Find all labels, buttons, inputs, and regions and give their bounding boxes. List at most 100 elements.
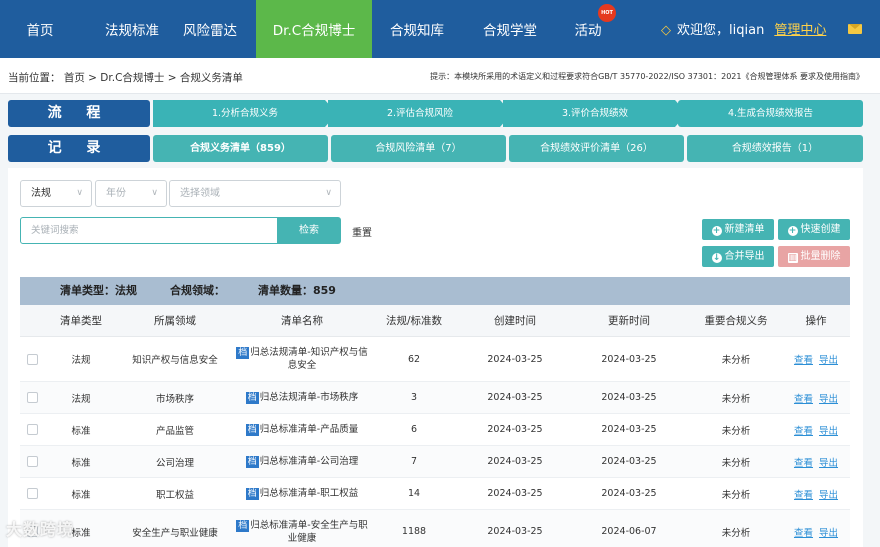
process-label: 流 程 — [8, 100, 150, 127]
list-name: 归总法规清单-市场秩序 — [259, 392, 359, 403]
view-link[interactable]: 查看 — [794, 391, 813, 405]
new-list-button[interactable]: + 新建清单 — [702, 219, 774, 240]
cell-important: 未分析 — [721, 393, 751, 405]
table-row: 标准 公司治理 档归总标准清单-公司治理 7 2024-03-25 2024-03-25 未… — [20, 446, 850, 478]
domain-select[interactable]: 选择领域 ∨ — [169, 180, 341, 207]
domain-select-placeholder: 选择领域 — [180, 188, 220, 199]
cell-important: 未分析 — [721, 425, 751, 437]
tab-report[interactable]: 合规绩效报告（1） — [687, 135, 863, 162]
table-row: 法规 知识产权与信息安全 档归总法规清单-知识产权与信息安全 62 2024-03-25… — [20, 337, 850, 382]
th-ops: 操作 — [805, 315, 827, 327]
row-checkbox[interactable] — [27, 424, 38, 435]
reset-button[interactable]: 重置 — [352, 224, 372, 239]
view-link[interactable]: 查看 — [794, 423, 813, 437]
row-checkbox[interactable] — [27, 354, 38, 365]
cell-created: 2024-03-25 — [487, 424, 543, 435]
tab-risks[interactable]: 合规风险清单（7） — [331, 135, 506, 162]
export-link[interactable]: 导出 — [819, 391, 838, 405]
archive-tag: 档 — [245, 424, 259, 436]
view-link[interactable]: 查看 — [794, 525, 813, 539]
nav-academy[interactable]: 合规学堂 — [474, 0, 546, 58]
step-analyze[interactable]: 1.分析合规义务 — [153, 100, 337, 127]
chevron-down-icon: ∨ — [325, 188, 332, 198]
cell-ops: 查看 导出 — [786, 382, 846, 413]
cell-created: 2024-03-25 — [487, 353, 543, 365]
cell-created: 2024-03-25 — [487, 456, 543, 467]
search-input[interactable]: 关键词搜索 — [20, 217, 278, 244]
cell-updated: 2024-03-25 — [601, 488, 657, 499]
batch-delete-label: 批量删除 — [800, 251, 841, 262]
year-select[interactable]: 年份 ∨ — [95, 180, 167, 207]
cell-name: 档归总法规清单-知识产权与信息安全 — [234, 337, 370, 381]
merge-export-button[interactable]: ↓ 合并导出 — [702, 246, 774, 267]
view-link[interactable]: 查看 — [794, 455, 813, 469]
nav-regulations[interactable]: 法规标准 — [80, 0, 184, 58]
top-nav: 首页 法规标准 风险雷达 Dr.C合规博士 合规知库 合规学堂 活动 HOT ◇… — [0, 0, 880, 58]
list-name: 归总法规清单-知识产权与信息安全 — [250, 347, 368, 371]
archive-tag: 档 — [236, 347, 250, 359]
username: liqian — [729, 23, 765, 38]
cell-count: 7 — [410, 456, 418, 467]
export-link[interactable]: 导出 — [819, 455, 838, 469]
cloud-download-icon: ↓ — [711, 253, 722, 263]
batch-delete-button[interactable]: ▥ 批量删除 — [778, 246, 850, 267]
cell-ops: 查看 导出 — [786, 510, 846, 547]
search-button[interactable]: 检索 — [277, 217, 341, 244]
cell-ops: 查看 导出 — [786, 337, 846, 381]
cell-type: 法规 — [71, 393, 91, 405]
plus-icon: + — [711, 226, 722, 236]
summary-count: 清单数量：859 — [258, 284, 336, 297]
quick-create-button[interactable]: + 快速创建 — [778, 219, 850, 240]
table-row: 标准 职工权益 档归总标准清单-职工权益 14 2024-03-25 2024-03-25… — [20, 478, 850, 510]
type-select[interactable]: 法规 ∨ — [20, 180, 92, 207]
cell-domain: 公司治理 — [155, 457, 194, 469]
breadcrumb-bar: 当前位置： 首页 > Dr.C合规博士 > 合规义务清单 提示：本模块所采用的术… — [0, 58, 880, 94]
nav-knowledge[interactable]: 合规知库 — [380, 0, 454, 58]
th-type: 清单类型 — [60, 315, 102, 327]
list-name: 归总标准清单-职工权益 — [259, 488, 359, 499]
cell-name: 档归总标准清单-职工权益 — [234, 478, 370, 509]
standard-hint: 提示：本模块所采用的术语定义和过程要求符合GB/T 35770-2022/ISO… — [430, 72, 864, 81]
export-link[interactable]: 导出 — [819, 525, 838, 539]
archive-tag: 档 — [245, 456, 259, 468]
export-link[interactable]: 导出 — [819, 423, 838, 437]
step-evaluate[interactable]: 3.评价合规绩效 — [503, 100, 687, 127]
plus-icon: + — [787, 226, 798, 236]
th-count: 法规/标准数 — [385, 315, 443, 327]
cell-domain: 安全生产与职业健康 — [132, 527, 218, 539]
cell-count: 6 — [410, 424, 418, 435]
tab-performance[interactable]: 合规绩效评价清单（26） — [509, 135, 684, 162]
export-link[interactable]: 导出 — [819, 487, 838, 501]
cell-ops: 查看 导出 — [786, 478, 846, 509]
export-link[interactable]: 导出 — [819, 352, 838, 366]
step-assess[interactable]: 2.评估合规风险 — [328, 100, 512, 127]
list-name: 归总标准清单-安全生产与职业健康 — [250, 519, 368, 544]
step-report[interactable]: 4.生成合规绩效报告 — [678, 100, 863, 127]
tab-obligations[interactable]: 合规义务清单（859） — [153, 135, 328, 162]
view-link[interactable]: 查看 — [794, 352, 813, 366]
nav-risk-radar[interactable]: 风险雷达 — [174, 0, 246, 58]
cell-updated: 2024-03-25 — [601, 392, 657, 403]
nav-home[interactable]: 首页 — [0, 0, 80, 58]
cell-important: 未分析 — [721, 457, 751, 469]
cell-updated: 2024-03-25 — [601, 456, 657, 467]
table-row: 标准 安全生产与职业健康档归总标准清单-安全生产与职业健康 1188 2024-03-… — [20, 510, 850, 547]
cell-name: 档归总法规清单-市场秩序 — [234, 382, 370, 413]
th-updated: 更新时间 — [608, 315, 650, 327]
archive-tag: 档 — [236, 519, 250, 532]
welcome-area: ◇ 欢迎您，liqian 管理中心 — [661, 0, 826, 58]
nav-dr-c[interactable]: Dr.C合规博士 — [256, 0, 372, 58]
mail-icon[interactable] — [848, 24, 862, 34]
row-checkbox[interactable] — [27, 456, 38, 467]
table-row: 标准 产品监管 档归总标准清单-产品质量 6 2024-03-25 2024-03-25 未… — [20, 414, 850, 446]
management-center-link[interactable]: 管理中心 — [774, 23, 826, 38]
view-link[interactable]: 查看 — [794, 487, 813, 501]
watermark: 大数跨境 — [6, 520, 75, 539]
row-checkbox[interactable] — [27, 488, 38, 499]
cell-type: 标准 — [71, 457, 91, 469]
row-checkbox[interactable] — [27, 392, 38, 403]
cell-ops: 查看 导出 — [786, 446, 846, 477]
list-name: 归总标准清单-公司治理 — [259, 456, 359, 467]
welcome-text: 欢迎您， — [677, 23, 730, 38]
breadcrumb: 当前位置： 首页 > Dr.C合规博士 > 合规义务清单 — [8, 72, 243, 84]
